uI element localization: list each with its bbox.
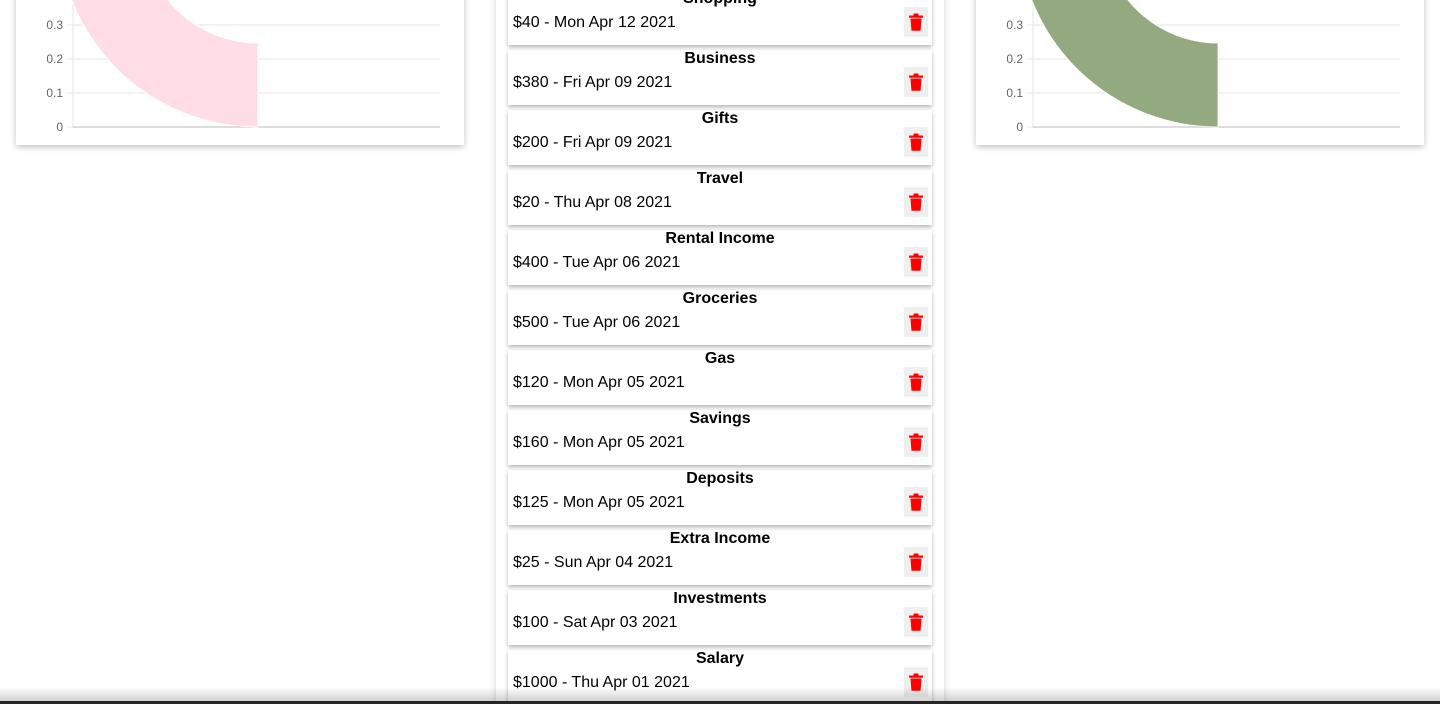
transaction-card: Shopping $40 - Mon Apr 12 2021 xyxy=(508,0,932,45)
transaction-category: Business xyxy=(684,50,756,67)
trash-icon xyxy=(908,373,924,391)
income-chart-y-tick-label: 0.3 xyxy=(1006,18,1023,32)
delete-transaction-button[interactable] xyxy=(904,487,928,517)
income-chart-y-tick-label: 0 xyxy=(1016,120,1023,134)
delete-transaction-button[interactable] xyxy=(904,67,928,97)
transaction-detail: $20 - Thu Apr 08 2021 xyxy=(513,194,672,211)
trash-icon xyxy=(908,133,924,151)
transaction-card: Travel $20 - Thu Apr 08 2021 xyxy=(508,170,932,225)
transaction-detail: $400 - Tue Apr 06 2021 xyxy=(513,254,681,271)
delete-transaction-button[interactable] xyxy=(904,427,928,457)
transaction-panel: Shopping $40 - Mon Apr 12 2021 Business $38… xyxy=(496,0,944,704)
transaction-detail: $200 - Fri Apr 09 2021 xyxy=(513,134,673,151)
trash-icon xyxy=(908,613,924,631)
expense-doughnut-chart: 0 0.1 0.2 0.3 xyxy=(46,0,440,134)
transaction-detail: $380 - Fri Apr 09 2021 xyxy=(513,74,673,91)
transaction-card: Salary $1000 - Thu Apr 01 2021 xyxy=(508,650,932,704)
transaction-detail: $100 - Sat Apr 03 2021 xyxy=(513,614,678,631)
transaction-card: Savings $160 - Mon Apr 05 2021 xyxy=(508,410,932,465)
expense-chart-y-tick-label: 0.2 xyxy=(46,52,63,66)
transaction-category: Salary xyxy=(695,650,745,667)
transaction-card: Gifts $200 - Fri Apr 09 2021 xyxy=(508,110,932,165)
transaction-card: Business $380 - Fri Apr 09 2021 xyxy=(508,50,932,105)
transaction-card: Investments $100 - Sat Apr 03 2021 xyxy=(508,590,932,645)
expense-chart-card: 0 0.1 0.2 0.3 xyxy=(16,0,464,145)
transaction-detail: $120 - Mon Apr 05 2021 xyxy=(513,374,685,391)
transaction-category: Deposits xyxy=(686,470,754,487)
income-chart-card: 0 0.1 0.2 0.3 xyxy=(976,0,1424,145)
delete-transaction-button[interactable] xyxy=(904,127,928,157)
expense-chart-y-tick-label: 0 xyxy=(56,120,63,134)
delete-transaction-button[interactable] xyxy=(904,547,928,577)
delete-transaction-button[interactable] xyxy=(904,247,928,277)
transaction-category: Shopping xyxy=(508,0,932,8)
transaction-category: Rental Income xyxy=(665,230,775,247)
delete-transaction-button[interactable] xyxy=(904,187,928,217)
income-chart-y-tick-label: 0.2 xyxy=(1006,52,1023,66)
transaction-card: Extra Income $25 - Sun Apr 04 2021 xyxy=(508,530,932,585)
delete-transaction-button[interactable] xyxy=(904,667,928,697)
transaction-list: Shopping $40 - Mon Apr 12 2021 Business $38… xyxy=(508,0,932,704)
expense-chart-slice[interactable] xyxy=(58,0,259,128)
delete-transaction-button[interactable] xyxy=(904,307,928,337)
transaction-detail: $40 - Mon Apr 12 2021 xyxy=(513,14,676,31)
trash-icon xyxy=(908,253,924,271)
transaction-detail: $125 - Mon Apr 05 2021 xyxy=(513,494,685,511)
trash-icon xyxy=(908,193,924,211)
transaction-category: Investments xyxy=(673,590,767,607)
trash-icon xyxy=(908,73,924,91)
transaction-category: Gas xyxy=(704,350,736,367)
trash-icon xyxy=(908,433,924,451)
trash-icon xyxy=(908,673,924,691)
transaction-card: Deposits $125 - Mon Apr 05 2021 xyxy=(508,470,932,525)
transaction-detail: $25 - Sun Apr 04 2021 xyxy=(513,554,674,571)
income-doughnut-chart: 0 0.1 0.2 0.3 xyxy=(1006,0,1400,134)
expense-chart-y-tick-label: 0.1 xyxy=(46,86,63,100)
trash-icon xyxy=(908,553,924,571)
transaction-detail: $160 - Mon Apr 05 2021 xyxy=(513,434,685,451)
transaction-card: Groceries $500 - Tue Apr 06 2021 xyxy=(508,290,932,345)
transaction-card: Gas $120 - Mon Apr 05 2021 xyxy=(508,350,932,405)
trash-icon xyxy=(908,313,924,331)
trash-icon xyxy=(908,493,924,511)
transaction-category: Groceries xyxy=(682,290,758,307)
delete-transaction-button[interactable] xyxy=(904,367,928,397)
trash-icon xyxy=(908,13,924,31)
transaction-category: Travel xyxy=(696,170,744,187)
transaction-category: Extra Income xyxy=(669,530,771,547)
delete-transaction-button[interactable] xyxy=(904,607,928,637)
income-chart-slice[interactable] xyxy=(1018,0,1219,128)
transaction-card: Rental Income $400 - Tue Apr 06 2021 xyxy=(508,230,932,285)
delete-transaction-button[interactable] xyxy=(904,7,928,37)
budget-dashboard: 0 0.1 0.2 0.3 Shopping $40 - Mon Apr 12 2021… xyxy=(0,0,1440,704)
expense-chart-y-tick-label: 0.3 xyxy=(46,18,63,32)
transaction-category: Gifts xyxy=(701,110,739,127)
income-chart-y-tick-label: 0.1 xyxy=(1006,86,1023,100)
transaction-category: Savings xyxy=(689,410,751,427)
transaction-detail: $500 - Tue Apr 06 2021 xyxy=(513,314,681,331)
transaction-detail: $1000 - Thu Apr 01 2021 xyxy=(513,674,690,691)
